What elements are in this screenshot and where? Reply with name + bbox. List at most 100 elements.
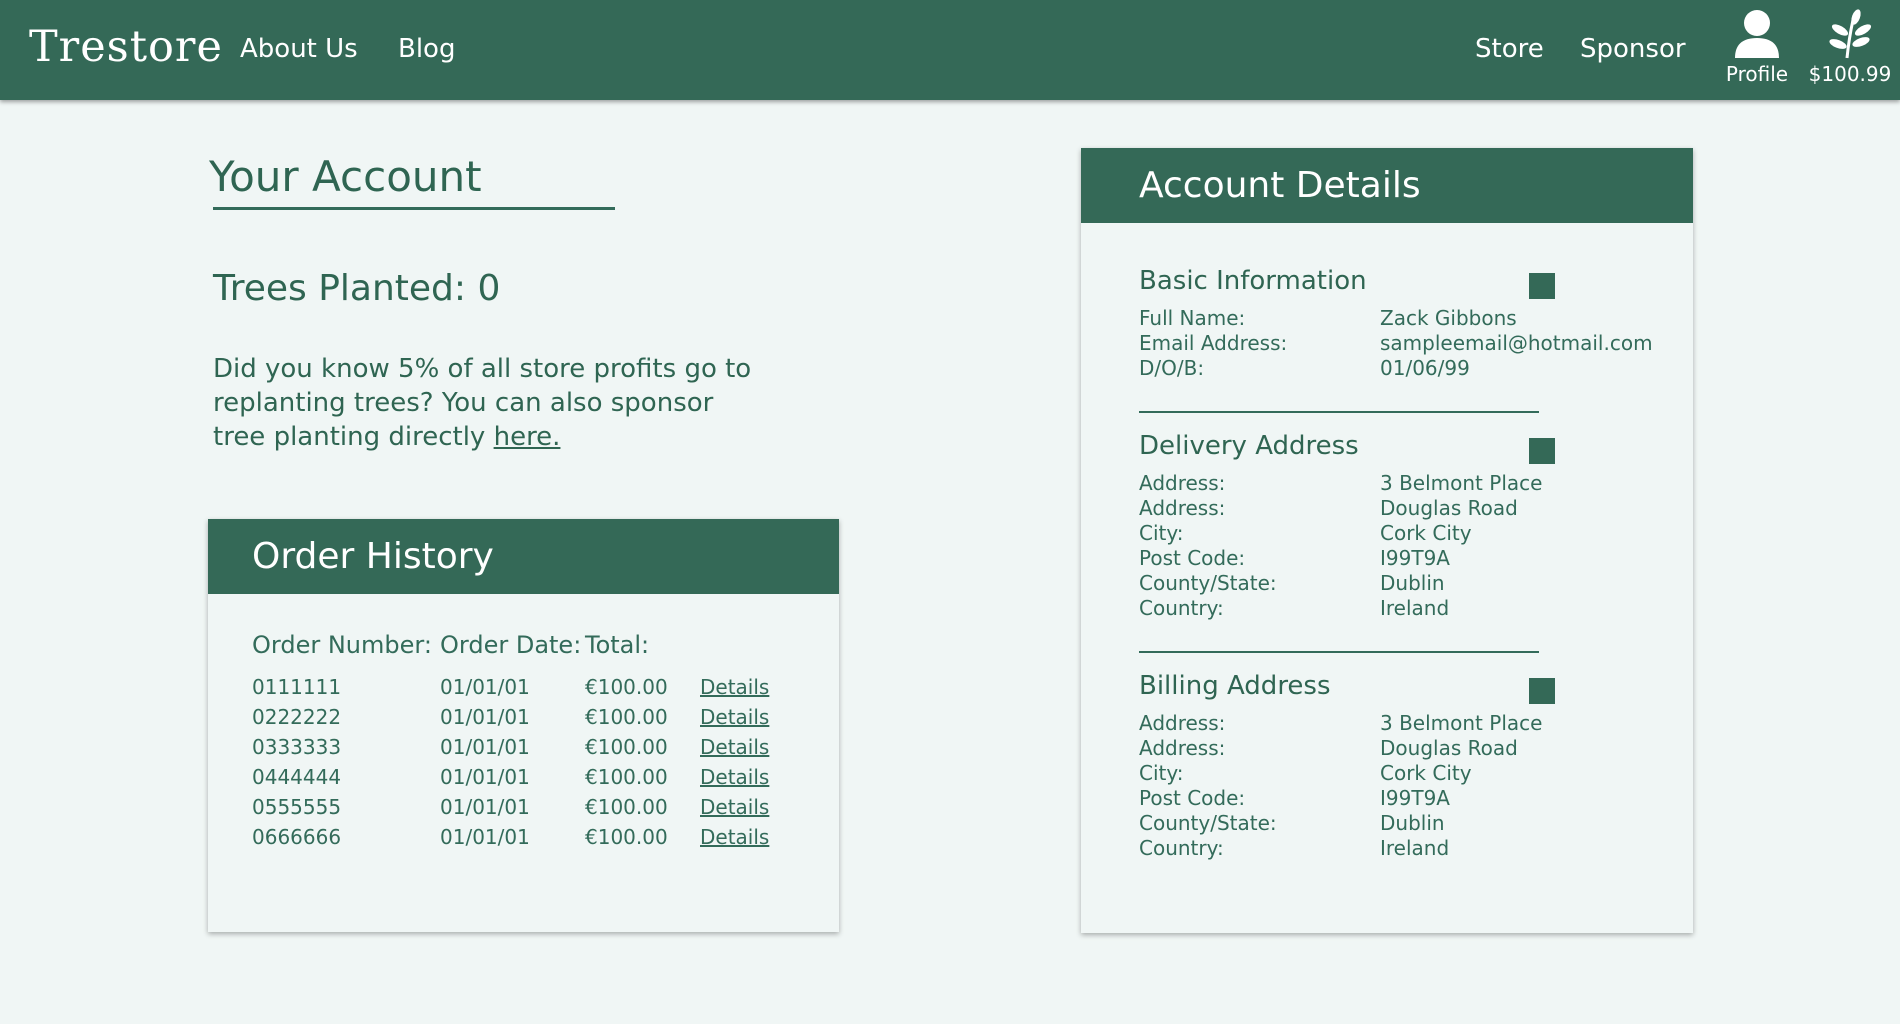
field-label: Address:: [1139, 711, 1226, 735]
order-date: 01/01/01: [440, 675, 530, 699]
order-total: €100.00: [585, 765, 668, 789]
trees-planted: Trees Planted: 0: [213, 268, 501, 309]
field-label: Full Name:: [1139, 306, 1246, 330]
nav-store[interactable]: Store: [1475, 34, 1544, 64]
field-value: Zack Gibbons: [1380, 306, 1517, 330]
field-row: Address: Douglas Road: [1139, 736, 1649, 761]
balance-button[interactable]: $100.99: [1795, 8, 1900, 92]
section-title: Billing Address: [1139, 671, 1331, 701]
field-label: City:: [1139, 761, 1184, 785]
field-label: Address:: [1139, 471, 1226, 495]
col-total: Total:: [585, 631, 650, 659]
order-details-link[interactable]: Details: [700, 735, 769, 759]
order-history-card: Order History Order Number: Order Date: …: [208, 519, 839, 932]
field-row: D/O/B: 01/06/99: [1139, 356, 1649, 381]
field-label: County/State:: [1139, 571, 1277, 595]
section-title: Delivery Address: [1139, 431, 1359, 461]
balance-label: $100.99: [1808, 62, 1892, 86]
field-value: I99T9A: [1380, 786, 1450, 810]
field-value: 01/06/99: [1380, 356, 1470, 380]
order-details-link[interactable]: Details: [700, 795, 769, 819]
field-label: Post Code:: [1139, 786, 1246, 810]
field-value: 3 Belmont Place: [1380, 471, 1543, 495]
field-value: Dublin: [1380, 571, 1445, 595]
nav-sponsor[interactable]: Sponsor: [1580, 34, 1686, 64]
order-number: 0666666: [252, 825, 342, 849]
top-navbar: Trestore About Us Blog Store Sponsor Pro…: [0, 0, 1900, 100]
field-row: County/State: Dublin: [1139, 811, 1649, 836]
basic-info-section: Basic Information Full Name: Zack Gibbons…: [1139, 266, 1653, 381]
order-total: €100.00: [585, 675, 668, 699]
page-title: Your Account: [209, 152, 482, 201]
field-row: Post Code: I99T9A: [1139, 546, 1649, 571]
field-row: Email Address: sampleemail@hotmail.com: [1139, 331, 1653, 356]
field-row: Country: Ireland: [1139, 596, 1649, 621]
field-label: Address:: [1139, 496, 1226, 520]
field-row: City: Cork City: [1139, 761, 1649, 786]
title-underline: [213, 207, 615, 210]
site-logo[interactable]: Trestore: [29, 22, 223, 72]
field-value: I99T9A: [1380, 546, 1450, 570]
order-total: €100.00: [585, 735, 668, 759]
order-date: 01/01/01: [440, 735, 530, 759]
order-history-title: Order History: [208, 519, 839, 594]
order-number: 0111111: [252, 675, 342, 699]
order-date: 01/01/01: [440, 825, 530, 849]
order-date: 01/01/01: [440, 705, 530, 729]
account-details-card: Account Details Basic Information Full N…: [1081, 148, 1693, 933]
field-label: Post Code:: [1139, 546, 1246, 570]
edit-basic-info-button[interactable]: [1529, 273, 1555, 299]
order-total: €100.00: [585, 825, 668, 849]
billing-address-section: Billing Address Address: 3 Belmont Place …: [1139, 671, 1649, 861]
field-value: Ireland: [1380, 596, 1450, 620]
field-label: County/State:: [1139, 811, 1277, 835]
field-label: Country:: [1139, 836, 1224, 860]
sprout-icon: [1795, 8, 1900, 60]
order-details-link[interactable]: Details: [700, 825, 769, 849]
field-value: Cork City: [1380, 521, 1472, 545]
field-value: 3 Belmont Place: [1380, 711, 1543, 735]
field-row: Address: 3 Belmont Place: [1139, 471, 1649, 496]
delivery-address-section: Delivery Address Address: 3 Belmont Place…: [1139, 431, 1649, 621]
order-total: €100.00: [585, 795, 668, 819]
order-details-link[interactable]: Details: [700, 705, 769, 729]
field-label: Country:: [1139, 596, 1224, 620]
field-value: Douglas Road: [1380, 736, 1518, 760]
field-label: Address:: [1139, 736, 1226, 760]
order-number: 0444444: [252, 765, 342, 789]
sponsor-here-link[interactable]: here.: [494, 422, 561, 452]
order-date: 01/01/01: [440, 765, 530, 789]
col-order-date: Order Date:: [440, 631, 582, 659]
field-value: sampleemail@hotmail.com: [1380, 331, 1653, 355]
edit-delivery-address-button[interactable]: [1529, 438, 1555, 464]
field-row: County/State: Dublin: [1139, 571, 1649, 596]
section-title: Basic Information: [1139, 266, 1367, 296]
field-value: Cork City: [1380, 761, 1472, 785]
account-details-title: Account Details: [1081, 148, 1693, 223]
section-divider: [1139, 411, 1539, 413]
field-row: Full Name: Zack Gibbons: [1139, 306, 1649, 331]
field-value: Douglas Road: [1380, 496, 1518, 520]
info-text: Did you know 5% of all store profits go …: [213, 354, 752, 452]
edit-billing-address-button[interactable]: [1529, 678, 1555, 704]
order-number: 0555555: [252, 795, 342, 819]
col-order-number: Order Number:: [252, 631, 432, 659]
field-row: Address: 3 Belmont Place: [1139, 711, 1649, 736]
field-label: Email Address:: [1139, 331, 1288, 355]
order-number: 0333333: [252, 735, 342, 759]
nav-about-us[interactable]: About Us: [240, 34, 358, 64]
info-paragraph: Did you know 5% of all store profits go …: [213, 352, 773, 454]
field-value: Ireland: [1380, 836, 1450, 860]
order-date: 01/01/01: [440, 795, 530, 819]
field-row: Post Code: I99T9A: [1139, 786, 1649, 811]
field-label: City:: [1139, 521, 1184, 545]
order-total: €100.00: [585, 705, 668, 729]
section-divider: [1139, 651, 1539, 653]
order-number: 0222222: [252, 705, 342, 729]
field-label: D/O/B:: [1139, 356, 1205, 380]
field-row: Country: Ireland: [1139, 836, 1649, 861]
order-details-link[interactable]: Details: [700, 765, 769, 789]
field-value: Dublin: [1380, 811, 1445, 835]
order-details-link[interactable]: Details: [700, 675, 769, 699]
nav-blog[interactable]: Blog: [398, 34, 455, 64]
